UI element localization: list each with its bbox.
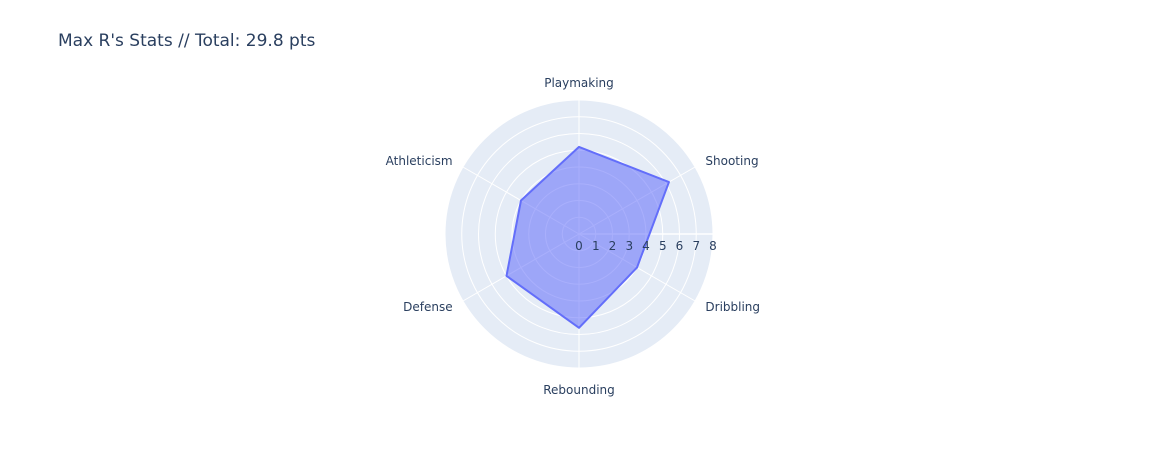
axis-label-dribbling: Dribbling <box>705 300 760 314</box>
axis-label-shooting: Shooting <box>705 154 758 168</box>
radial-ticks: 012345678 <box>575 239 717 253</box>
radial-tick-label: 8 <box>709 239 717 253</box>
radial-tick-label: 5 <box>659 239 667 253</box>
axis-label-athleticism: Athleticism <box>386 154 453 168</box>
radial-tick-label: 3 <box>625 239 633 253</box>
radial-tick-label: 4 <box>642 239 650 253</box>
radial-tick-label: 6 <box>676 239 684 253</box>
axis-label-playmaking: Playmaking <box>544 76 614 90</box>
radial-tick-label: 1 <box>592 239 600 253</box>
axis-label-defense: Defense <box>403 300 452 314</box>
radial-tick-label: 7 <box>692 239 700 253</box>
axis-label-rebounding: Rebounding <box>543 383 615 397</box>
radial-tick-label: 0 <box>575 239 583 253</box>
radial-tick-label: 2 <box>609 239 617 253</box>
radar-chart: Playmaking Shooting Dribbling Rebounding Def… <box>386 76 760 397</box>
